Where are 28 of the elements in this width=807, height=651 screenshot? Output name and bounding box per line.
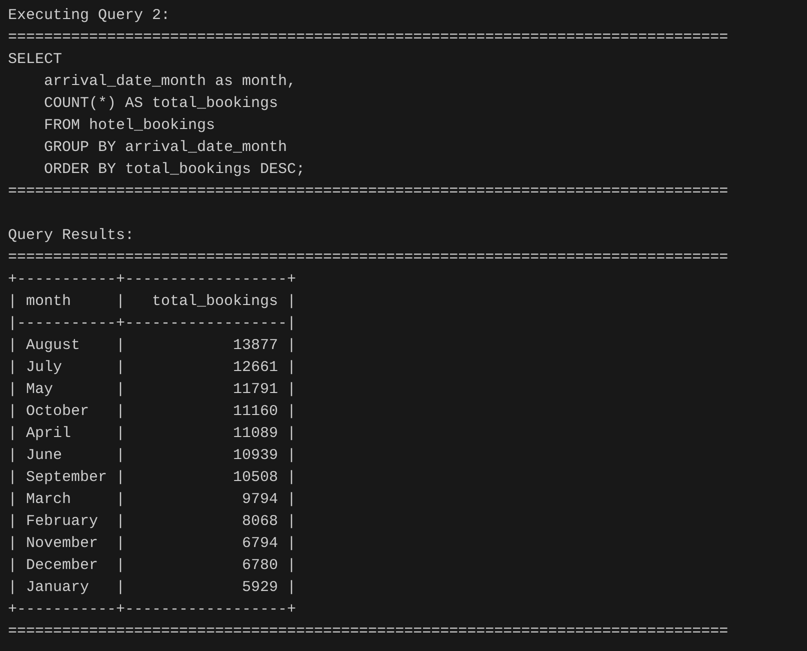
separator-line: ================================================================================ [8,28,728,48]
separator-line: ================================================================================ [8,622,728,642]
sql-line: SELECT [8,50,62,70]
sql-line: ORDER BY total_bookings DESC; [43,160,306,180]
table-row-text: | May | 11791 | [8,380,296,400]
sql-line: GROUP BY arrival_date_month [43,138,288,158]
output-heading: Executing Query 2: [8,6,170,26]
table-row-text: | August | 13877 | [8,336,296,356]
output-heading: Query Results: [8,226,134,246]
table-row-text: | December | 6780 | [8,556,296,576]
table-border: +-----------+------------------+ [8,600,296,620]
separator-line: ================================================================================ [8,248,728,268]
table-row-text: | January | 5929 | [8,578,296,598]
sql-line: arrival_date_month as month, [43,72,296,92]
table-row-text: | April | 11089 | [8,424,296,444]
separator-line: ================================================================================ [8,182,728,202]
table-row-text: | July | 12661 | [8,358,296,378]
sql-line: COUNT(*) AS total_bookings [43,94,278,114]
table-row-text: | June | 10939 | [8,446,296,466]
table-row-text: | September | 10508 | [8,468,296,488]
sql-line: FROM hotel_bookings [43,116,216,136]
table-border: +-----------+------------------+ [8,270,296,290]
table-row-text: | February | 8068 | [8,512,296,532]
table-header: | month | total_bookings | [8,292,296,312]
table-row-text: | October | 11160 | [8,402,296,422]
table-row-text: | November | 6794 | [8,534,296,554]
table-row-text: | March | 9794 | [8,490,296,510]
table-border: |-----------+------------------| [8,314,296,334]
